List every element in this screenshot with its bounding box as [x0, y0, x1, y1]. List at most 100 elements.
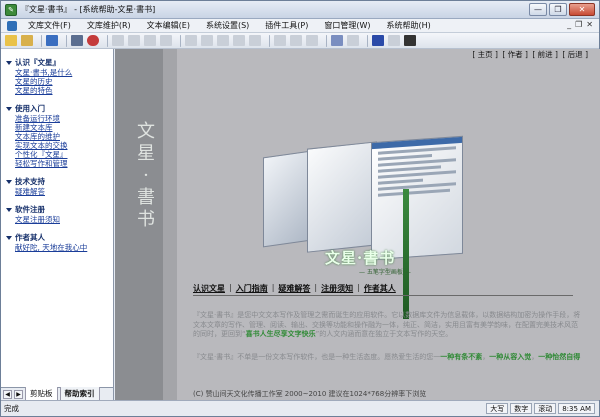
panel-icon[interactable]: [46, 35, 58, 46]
undo-icon[interactable]: [185, 35, 197, 46]
nav-register-link[interactable]: 注册须知: [321, 283, 353, 294]
help-content: [ 主页 ] [ 作者 ] [ 前进 ] [ 后退 ] 文星·書书 文星·書书 …: [115, 49, 600, 400]
printer-icon[interactable]: [404, 35, 416, 46]
mdi-minimize-button[interactable]: _: [567, 20, 571, 29]
book-icon[interactable]: [71, 35, 83, 46]
forward-link[interactable]: [ 前进 ]: [532, 50, 558, 59]
highlight-text: 一种怡然自得: [538, 353, 581, 361]
pen-icon[interactable]: [5, 35, 17, 46]
menu-file[interactable]: 文库文件(F): [20, 20, 79, 31]
minimize-button[interactable]: —: [529, 3, 547, 16]
scroll-indicator: 滚动: [534, 403, 557, 414]
tab-clipboard[interactable]: 剪贴板: [25, 387, 58, 401]
font-color-icon[interactable]: [372, 35, 384, 46]
settings-icon[interactable]: [160, 35, 172, 46]
section-title-text: 技术支持: [15, 177, 45, 186]
home-link[interactable]: [ 主页 ]: [472, 50, 498, 59]
section-know: 认识『文星』 文星·書书,是什么 文星的历史 文星的特色: [1, 57, 113, 95]
app-window: ✎ 『文星·書书』 - [系统帮助-文星·書书] — ❐ ✕ 文库文件(F) 文…: [0, 0, 600, 417]
cut-icon[interactable]: [217, 35, 229, 46]
status-bar: 完成 大写 数字 滚动 8:35 AM: [1, 400, 599, 416]
menu-settings[interactable]: 系统设置(S): [198, 20, 257, 31]
toolbar-separator: [41, 34, 42, 47]
menu-edit[interactable]: 文本编辑(E): [139, 20, 198, 31]
redo-icon[interactable]: [201, 35, 213, 46]
paragraph-text: ”的人文内涵而意在独立于文本写作的天空。: [315, 330, 453, 338]
print-icon[interactable]: [144, 35, 156, 46]
restore-button[interactable]: ❐: [549, 3, 567, 16]
help-link[interactable]: 文星的历史: [15, 77, 113, 86]
stop-icon[interactable]: [87, 35, 99, 46]
scroll-right-icon[interactable]: ▶: [14, 389, 23, 399]
nav-author-link[interactable]: 作者其人: [364, 283, 396, 294]
collapse-icon: [6, 60, 12, 65]
help-link[interactable]: 个性化『文星』: [15, 150, 113, 159]
screenshot-image: [371, 135, 463, 261]
help-link[interactable]: 献好陀, 天地在我心中: [15, 243, 113, 252]
help-link[interactable]: 文星注册须知: [15, 215, 113, 224]
sidebar-tabs: ◀ ▶ 剪贴板 帮助索引: [1, 387, 114, 401]
save-icon[interactable]: [128, 35, 140, 46]
menu-maintain[interactable]: 文库维护(R): [79, 20, 139, 31]
motto-paragraph: 『文星·書书』不单是一份文本写作软件，也是一种生活态度。愿热爱生活的您一一种有条…: [193, 353, 583, 363]
menu-help[interactable]: 系统帮助(H): [379, 20, 439, 31]
calligraphy-logo: 文星·書书: [137, 121, 155, 230]
help-link[interactable]: 疑难解答: [15, 187, 113, 196]
help-link[interactable]: 文本库的维护: [15, 132, 113, 141]
table-icon[interactable]: [347, 35, 359, 46]
paste-icon[interactable]: [249, 35, 261, 46]
help-link[interactable]: 轻松写作和管理: [15, 159, 113, 168]
collapse-icon: [6, 179, 12, 184]
copy-icon[interactable]: [233, 35, 245, 46]
title-bar: ✎ 『文星·書书』 - [系统帮助-文星·書书] — ❐ ✕: [1, 1, 599, 19]
collapse-icon: [6, 106, 12, 111]
section-title-register[interactable]: 软件注册: [6, 204, 113, 215]
help-link[interactable]: 准备运行环境: [15, 114, 113, 123]
screenshot-image: [263, 150, 311, 248]
num-indicator: 数字: [510, 403, 533, 414]
mdi-close-button[interactable]: ✕: [586, 20, 593, 29]
section-title-text: 软件注册: [15, 205, 45, 214]
window-title: 『文星·書书』 - [系统帮助-文星·書书]: [21, 5, 156, 14]
help-link[interactable]: 新建文本库: [15, 123, 113, 132]
dropdown-icon[interactable]: [388, 35, 400, 46]
scroll-left-icon[interactable]: ◀: [3, 389, 12, 399]
close-button[interactable]: ✕: [569, 3, 595, 16]
menu-plugins[interactable]: 插件工具(P): [257, 20, 316, 31]
toolbar-separator: [180, 34, 181, 47]
nav-guide-link[interactable]: 入门指南: [236, 283, 268, 294]
help-link[interactable]: 实现文本的交换: [15, 141, 113, 150]
new-doc-icon[interactable]: [112, 35, 124, 46]
content-nav: 认识文星 | 入门指南 | 疑难解答 | 注册须知 | 作者其人: [193, 283, 573, 296]
nav-know-link[interactable]: 认识文星: [193, 283, 225, 294]
section-title-start[interactable]: 使用入门: [6, 103, 113, 114]
screenshot-image: [307, 141, 377, 253]
collapse-icon: [6, 235, 12, 240]
app-icon: ✎: [5, 3, 17, 16]
section-author: 作者其人 献好陀, 天地在我心中: [1, 232, 113, 252]
menu-window[interactable]: 窗口管理(W): [316, 20, 378, 31]
help-link[interactable]: 文星的特色: [15, 86, 113, 95]
folder-icon[interactable]: [21, 35, 33, 46]
toolbar-separator: [326, 34, 327, 47]
back-link[interactable]: [ 后退 ]: [562, 50, 588, 59]
help-link[interactable]: 文星·書书,是什么: [15, 68, 113, 77]
indent-icon[interactable]: [306, 35, 318, 46]
author-link[interactable]: [ 作者 ]: [502, 50, 528, 59]
intro-paragraph: 『文星·書书』是您中文文本写作及管理之需而诞生的应用软件。它以数据库文件为信息载…: [193, 311, 583, 340]
section-title-know[interactable]: 认识『文星』: [6, 57, 113, 68]
format-icon[interactable]: [331, 35, 343, 46]
decor-stripe: [163, 49, 177, 400]
highlight-text: 喜书人生尽享文字快乐: [245, 330, 316, 338]
section-title-text: 作者其人: [15, 233, 45, 242]
section-title-support[interactable]: 技术支持: [6, 176, 113, 187]
list-icon[interactable]: [290, 35, 302, 46]
find-icon[interactable]: [274, 35, 286, 46]
tab-help-index[interactable]: 帮助索引: [59, 387, 100, 401]
menu-bar: 文库文件(F) 文库维护(R) 文本编辑(E) 系统设置(S) 插件工具(P) …: [1, 19, 599, 33]
toolbar-separator: [107, 34, 108, 47]
document-icon[interactable]: [7, 20, 17, 31]
mdi-restore-button[interactable]: ❐: [575, 20, 582, 29]
section-title-author[interactable]: 作者其人: [6, 232, 113, 243]
nav-faq-link[interactable]: 疑难解答: [278, 283, 310, 294]
